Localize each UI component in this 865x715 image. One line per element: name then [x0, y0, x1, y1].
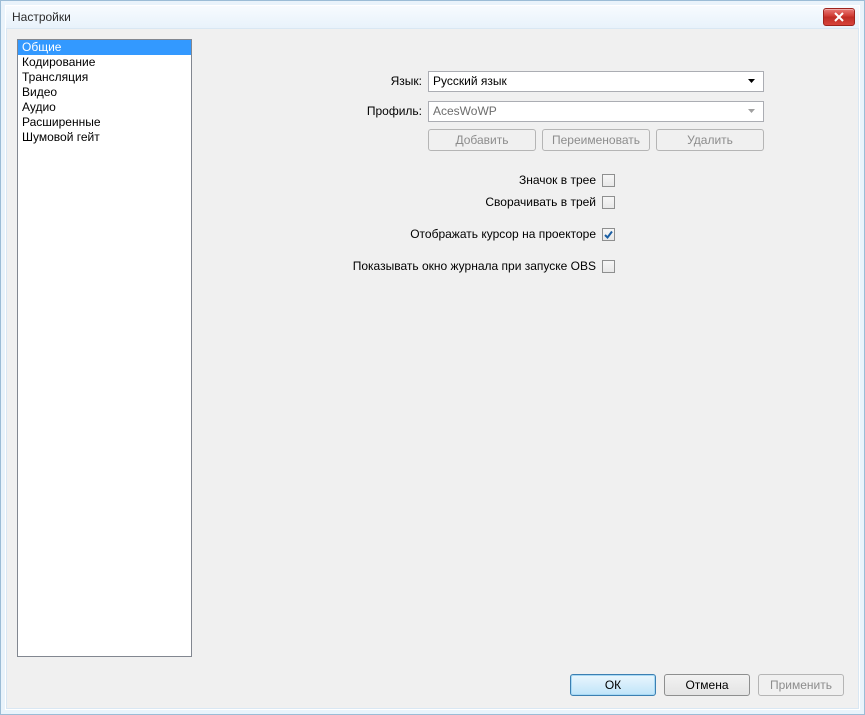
- language-label: Язык:: [202, 74, 428, 88]
- category-sidebar[interactable]: ОбщиеКодированиеТрансляцияВидеоАудиоРасш…: [17, 39, 192, 657]
- language-value: Русский язык: [433, 74, 744, 88]
- profile-combo[interactable]: AcesWoWP: [428, 101, 764, 122]
- show-cursor-label: Отображать курсор на проекторе: [202, 227, 602, 241]
- language-combo[interactable]: Русский язык: [428, 71, 764, 92]
- minimize-tray-label: Сворачивать в трей: [202, 195, 602, 209]
- ok-button[interactable]: ОК: [570, 674, 656, 696]
- profile-row: Профиль: AcesWoWP: [202, 99, 848, 123]
- chevron-down-icon: [744, 79, 759, 83]
- show-log-label: Показывать окно журнала при запуске OBS: [202, 259, 602, 273]
- sidebar-item-6[interactable]: Шумовой гейт: [18, 130, 191, 145]
- tray-checkbox-group: Значок в трее Сворачивать в трей: [202, 171, 848, 211]
- minimize-tray-checkbox[interactable]: [602, 196, 615, 209]
- profile-value: AcesWoWP: [433, 104, 744, 118]
- log-checkbox-group: Показывать окно журнала при запуске OBS: [202, 257, 848, 275]
- sidebar-item-4[interactable]: Аудио: [18, 100, 191, 115]
- dialog-footer: ОК Отмена Применить: [570, 674, 844, 696]
- chevron-down-icon: [744, 109, 759, 113]
- minimize-tray-row: Сворачивать в трей: [202, 193, 848, 211]
- show-cursor-checkbox[interactable]: [602, 228, 615, 241]
- show-cursor-row: Отображать курсор на проекторе: [202, 225, 848, 243]
- titlebar: Настройки: [6, 6, 859, 28]
- tray-icon-checkbox[interactable]: [602, 174, 615, 187]
- sidebar-item-5[interactable]: Расширенные: [18, 115, 191, 130]
- cancel-button[interactable]: Отмена: [664, 674, 750, 696]
- close-button[interactable]: [823, 8, 855, 26]
- tray-icon-row: Значок в трее: [202, 171, 848, 189]
- sidebar-item-2[interactable]: Трансляция: [18, 70, 191, 85]
- tray-icon-label: Значок в трее: [202, 173, 602, 187]
- show-log-checkbox[interactable]: [602, 260, 615, 273]
- sidebar-item-3[interactable]: Видео: [18, 85, 191, 100]
- settings-panel: Язык: Русский язык Профиль: AcesWoWP: [202, 39, 848, 658]
- window-frame: Настройки ОбщиеКодированиеТрансляцияВиде…: [0, 0, 865, 715]
- sidebar-item-0[interactable]: Общие: [18, 40, 191, 55]
- apply-button[interactable]: Применить: [758, 674, 844, 696]
- window-title: Настройки: [12, 10, 823, 24]
- rename-profile-button[interactable]: Переименовать: [542, 129, 650, 151]
- language-row: Язык: Русский язык: [202, 69, 848, 93]
- profile-button-row: Добавить Переименовать Удалить: [428, 129, 848, 151]
- cursor-checkbox-group: Отображать курсор на проекторе: [202, 225, 848, 243]
- show-log-row: Показывать окно журнала при запуске OBS: [202, 257, 848, 275]
- delete-profile-button[interactable]: Удалить: [656, 129, 764, 151]
- profile-label: Профиль:: [202, 104, 428, 118]
- close-icon: [834, 12, 844, 22]
- sidebar-item-1[interactable]: Кодирование: [18, 55, 191, 70]
- client-area: ОбщиеКодированиеТрансляцияВидеоАудиоРасш…: [6, 28, 859, 709]
- add-profile-button[interactable]: Добавить: [428, 129, 536, 151]
